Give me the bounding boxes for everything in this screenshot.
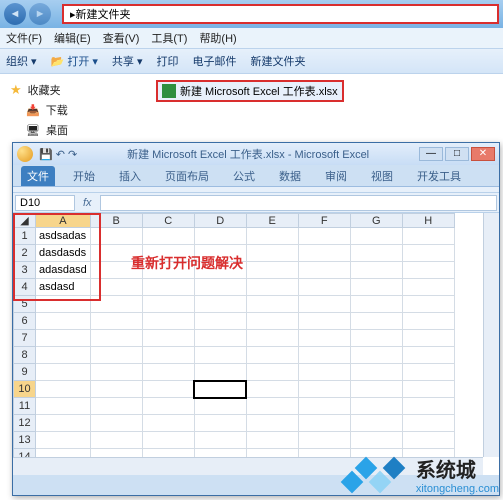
col-F[interactable]: F — [298, 214, 350, 228]
tab-formula[interactable]: 公式 — [227, 166, 261, 186]
explorer-header: ◄ ► ▸ 新建文件夹 — [0, 0, 503, 28]
nav-downloads[interactable]: 📥 下载 — [10, 100, 140, 120]
nav-desktop[interactable]: 🖥 桌面 — [10, 120, 140, 140]
ribbon-tabs: 文件 开始 插入 页面布局 公式 数据 审阅 视图 开发工具 — [13, 165, 499, 187]
col-G[interactable]: G — [350, 214, 402, 228]
col-C[interactable]: C — [142, 214, 194, 228]
address-text: 新建文件夹 — [76, 6, 131, 22]
file-name: 新建 Microsoft Excel 工作表.xlsx — [180, 83, 338, 99]
excel-window: 💾 ↶ ↷ 新建 Microsoft Excel 工作表.xlsx - Micr… — [12, 142, 500, 496]
open-button[interactable]: 📂 打开 ▾ — [51, 53, 98, 69]
col-D[interactable]: D — [194, 214, 246, 228]
organize-button[interactable]: 组织 ▾ — [6, 53, 37, 69]
tab-home[interactable]: 开始 — [67, 166, 101, 186]
tab-file[interactable]: 文件 — [21, 166, 55, 186]
menu-tools[interactable]: 工具(T) — [151, 30, 187, 46]
maximize-button[interactable]: □ — [445, 147, 469, 161]
star-icon: ★ — [10, 82, 22, 98]
window-title: 新建 Microsoft Excel 工作表.xlsx - Microsoft … — [77, 146, 419, 162]
office-orb-icon[interactable] — [17, 146, 33, 162]
explorer-toolbar: 组织 ▾ 📂 打开 ▾ 共享 ▾ 打印 电子邮件 新建文件夹 — [0, 48, 503, 74]
col-B[interactable]: B — [90, 214, 142, 228]
grid[interactable]: ◢ A B C D E F G H 1asdsadas 2dasdasds 3a… — [13, 213, 499, 475]
back-icon: ◄ — [4, 3, 26, 25]
cell-A1: asdsadas — [36, 228, 91, 245]
menu-edit[interactable]: 编辑(E) — [54, 30, 91, 46]
close-button[interactable]: ✕ — [471, 147, 495, 161]
address-bar[interactable]: ▸ 新建文件夹 — [62, 4, 499, 24]
quick-access[interactable]: 💾 ↶ ↷ — [39, 148, 77, 161]
logo-icon — [340, 452, 410, 496]
vertical-scrollbar[interactable] — [483, 213, 499, 457]
email-button[interactable]: 电子邮件 — [193, 53, 237, 69]
titlebar: 💾 ↶ ↷ 新建 Microsoft Excel 工作表.xlsx - Micr… — [13, 143, 499, 165]
cell-A4: asdasd — [36, 279, 91, 296]
tab-review[interactable]: 审阅 — [319, 166, 353, 186]
excel-icon — [162, 84, 176, 98]
col-A[interactable]: A — [36, 214, 91, 228]
menu-file[interactable]: 文件(F) — [6, 30, 42, 46]
tab-insert[interactable]: 插入 — [113, 166, 147, 186]
col-E[interactable]: E — [246, 214, 298, 228]
cell-A3: adasdasd — [36, 262, 91, 279]
menu-help[interactable]: 帮助(H) — [199, 30, 236, 46]
nav-buttons[interactable]: ◄ ► — [4, 3, 58, 25]
fx-icon[interactable]: fx — [75, 197, 100, 209]
tab-dev[interactable]: 开发工具 — [411, 166, 467, 186]
explorer-menubar: 文件(F) 编辑(E) 查看(V) 工具(T) 帮助(H) — [0, 28, 503, 48]
watermark: 系统城 xitongcheng.com — [340, 452, 499, 496]
cell-A2: dasdasds — [36, 245, 91, 262]
active-cell — [194, 381, 246, 398]
share-button[interactable]: 共享 ▾ — [112, 53, 143, 69]
minimize-button[interactable]: — — [419, 147, 443, 161]
tab-data[interactable]: 数据 — [273, 166, 307, 186]
nav-favorites[interactable]: ★收藏夹 — [10, 80, 140, 100]
tab-layout[interactable]: 页面布局 — [159, 166, 215, 186]
file-item[interactable]: 新建 Microsoft Excel 工作表.xlsx — [156, 80, 344, 102]
formula-input[interactable] — [100, 195, 497, 211]
tab-view[interactable]: 视图 — [365, 166, 399, 186]
newfolder-button[interactable]: 新建文件夹 — [251, 53, 306, 69]
menu-view[interactable]: 查看(V) — [103, 30, 140, 46]
annotation-text: 重新打开问题解决 — [131, 253, 243, 273]
select-all[interactable]: ◢ — [14, 214, 36, 228]
name-box[interactable]: D10 — [15, 195, 75, 211]
print-button[interactable]: 打印 — [157, 53, 179, 69]
col-H[interactable]: H — [402, 214, 454, 228]
forward-icon: ► — [29, 3, 51, 25]
formula-bar: D10 fx — [13, 193, 499, 213]
